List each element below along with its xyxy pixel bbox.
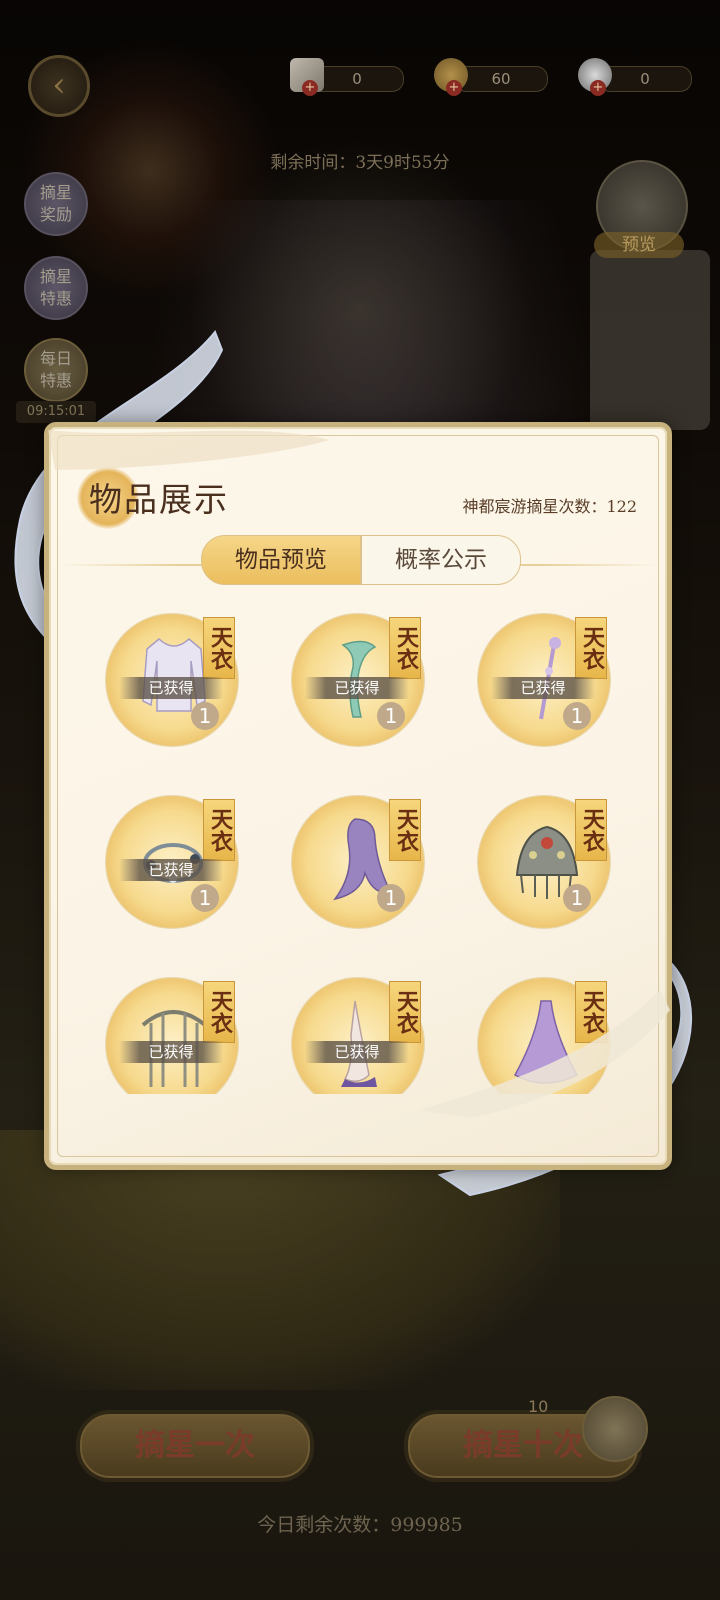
add-currency-button[interactable]: + [590,80,606,96]
side-btn-daily-offer[interactable]: 每日特惠 [24,338,88,402]
item-card-gown[interactable]: 天衣 [471,971,623,1094]
draw-count: 神都宸游摘星次数：122 [462,497,637,516]
side-btn-star-offer[interactable]: 摘星特惠 [24,256,88,320]
remaining-time: 剩余时间：3天9时55分 [270,153,450,173]
item-quantity: 1 [377,702,405,730]
back-arrow-icon: ‹ [52,65,66,105]
item-quantity: 1 [191,702,219,730]
currency-value: 60 [454,66,548,92]
obtained-label: 已获得 [119,677,223,699]
daily-offer-timer: 09:15:01 [16,401,96,423]
draw-ten-badge-icon [582,1396,648,1462]
obtained-label: 已获得 [305,677,409,699]
currency-value: 0 [310,66,404,92]
tab-item-preview[interactable]: 物品预览 [201,535,361,585]
item-card-sash[interactable]: 天衣 已获得 1 [285,607,437,759]
item-display-panel: 物品展示 神都宸游摘星次数：122 物品预览 概率公示 天衣 已获得 1 天衣 … [44,422,672,1170]
item-card-crown[interactable]: 天衣 1 [471,789,623,941]
panel-title: 物品展示 [89,480,229,519]
rarity-tag: 天衣 [203,981,235,1043]
rarity-tag: 天衣 [389,981,421,1043]
add-currency-button[interactable]: + [446,80,462,96]
obtained-label: 已获得 [119,859,223,881]
item-card-shoes[interactable]: 天衣 已获得 [285,971,437,1094]
rarity-tag: 天衣 [575,617,607,679]
item-quantity: 1 [563,702,591,730]
side-btn-label: 摘星奖励 [39,183,72,224]
item-card-blouse[interactable]: 天衣 已获得 1 [99,607,251,759]
draw-once-button[interactable]: 摘星一次 [80,1414,310,1478]
rarity-tag: 天衣 [203,799,235,861]
item-card-headdress[interactable]: 天衣 已获得 [99,971,251,1094]
currency-pearl: 0 + [578,58,692,96]
rarity-tag: 天衣 [389,799,421,861]
item-card-hairpin[interactable]: 天衣 已获得 1 [471,607,623,759]
side-btn-label: 每日特惠 [39,349,72,390]
panel-tabs: 物品预览 概率公示 [201,535,521,585]
obtained-label: 已获得 [119,1041,223,1063]
item-card-hair[interactable]: 天衣 1 [285,789,437,941]
add-currency-button[interactable]: + [302,80,318,96]
side-btn-label: 摘星特惠 [39,267,72,308]
gown-icon [513,1000,579,1084]
item-card-bracelet[interactable]: 天衣 已获得 1 [99,789,251,941]
item-grid[interactable]: 天衣 已获得 1 天衣 已获得 1 天衣 已获得 1 天衣 已获得 1 天衣 1… [79,607,639,1094]
draw-ten-cost: 10 [528,1397,549,1416]
side-btn-star-reward[interactable]: 摘星奖励 [24,172,88,236]
tab-probability[interactable]: 概率公示 [361,535,521,585]
back-button[interactable]: ‹ [28,55,90,117]
rarity-tag: 天衣 [203,617,235,679]
obtained-label: 已获得 [491,677,595,699]
rarity-tag: 天衣 [389,617,421,679]
item-quantity: 1 [563,884,591,912]
currency-coin: 60 + [434,58,548,96]
rarity-tag: 天衣 [575,799,607,861]
preview-label[interactable]: 预览 [594,232,684,258]
currency-ticket: 0 + [290,58,404,96]
today-remaining: 今日剩余次数：999985 [257,1514,463,1536]
obtained-label: 已获得 [305,1041,409,1063]
item-quantity: 1 [191,884,219,912]
currency-value: 0 [598,66,692,92]
rarity-tag: 天衣 [575,981,607,1043]
item-quantity: 1 [377,884,405,912]
